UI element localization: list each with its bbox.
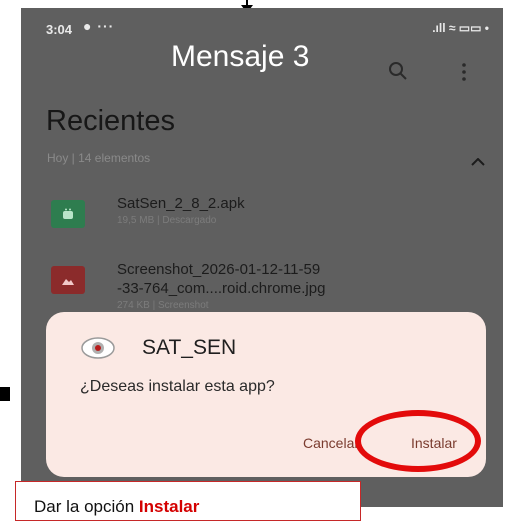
apk-file-icon xyxy=(51,200,85,228)
instruction-text: Dar la opción Instalar xyxy=(34,497,199,517)
install-dialog: SAT_SEN ¿Deseas instalar esta app? Cance… xyxy=(46,312,486,477)
file-name-line-2: -33-764_com....roid.chrome.jpg xyxy=(117,280,326,297)
status-time: 3:04 xyxy=(46,22,73,37)
section-subtitle: Hoy | 14 elementos xyxy=(47,151,151,165)
dialog-question: ¿Deseas instalar esta app? xyxy=(80,378,275,395)
app-eye-icon xyxy=(81,337,115,359)
file-name: SatSen_2_8_2.apk xyxy=(117,195,245,212)
overlay-title: Mensaje 3 xyxy=(171,40,310,73)
chevron-up-icon[interactable] xyxy=(471,158,485,166)
phone-screen: 3:04 ● ··· .ıll ≈ ▭▭ • Recientes Hoy | 1… xyxy=(21,8,503,507)
instruction-callout: Dar la opción Instalar xyxy=(15,481,361,521)
page-title: Recientes xyxy=(46,105,175,137)
file-meta: 274 KB | Screenshot xyxy=(117,300,209,311)
image-file-icon xyxy=(51,266,85,294)
install-button[interactable]: Instalar xyxy=(411,435,457,451)
file-name-line-1: Screenshot_2026-01-12-11-59 xyxy=(117,261,321,278)
file-meta: 19,5 MB | Descargado xyxy=(117,215,217,226)
notification-icons: ● ··· xyxy=(83,18,115,34)
list-item-apk[interactable]: SatSen_2_8_2.apk 19,5 MB | Descargado xyxy=(51,194,245,228)
cancel-button[interactable]: Cancelar xyxy=(303,435,359,451)
search-icon[interactable] xyxy=(387,60,409,82)
app-name: SAT_SEN xyxy=(142,336,237,359)
signal-battery-icons: .ıll ≈ ▭▭ • xyxy=(432,21,489,35)
more-options-icon[interactable] xyxy=(458,60,470,84)
list-item-screenshot[interactable]: Screenshot_2026-01-12-11-59 -33-764_com.… xyxy=(51,260,325,311)
side-marker xyxy=(0,387,10,401)
